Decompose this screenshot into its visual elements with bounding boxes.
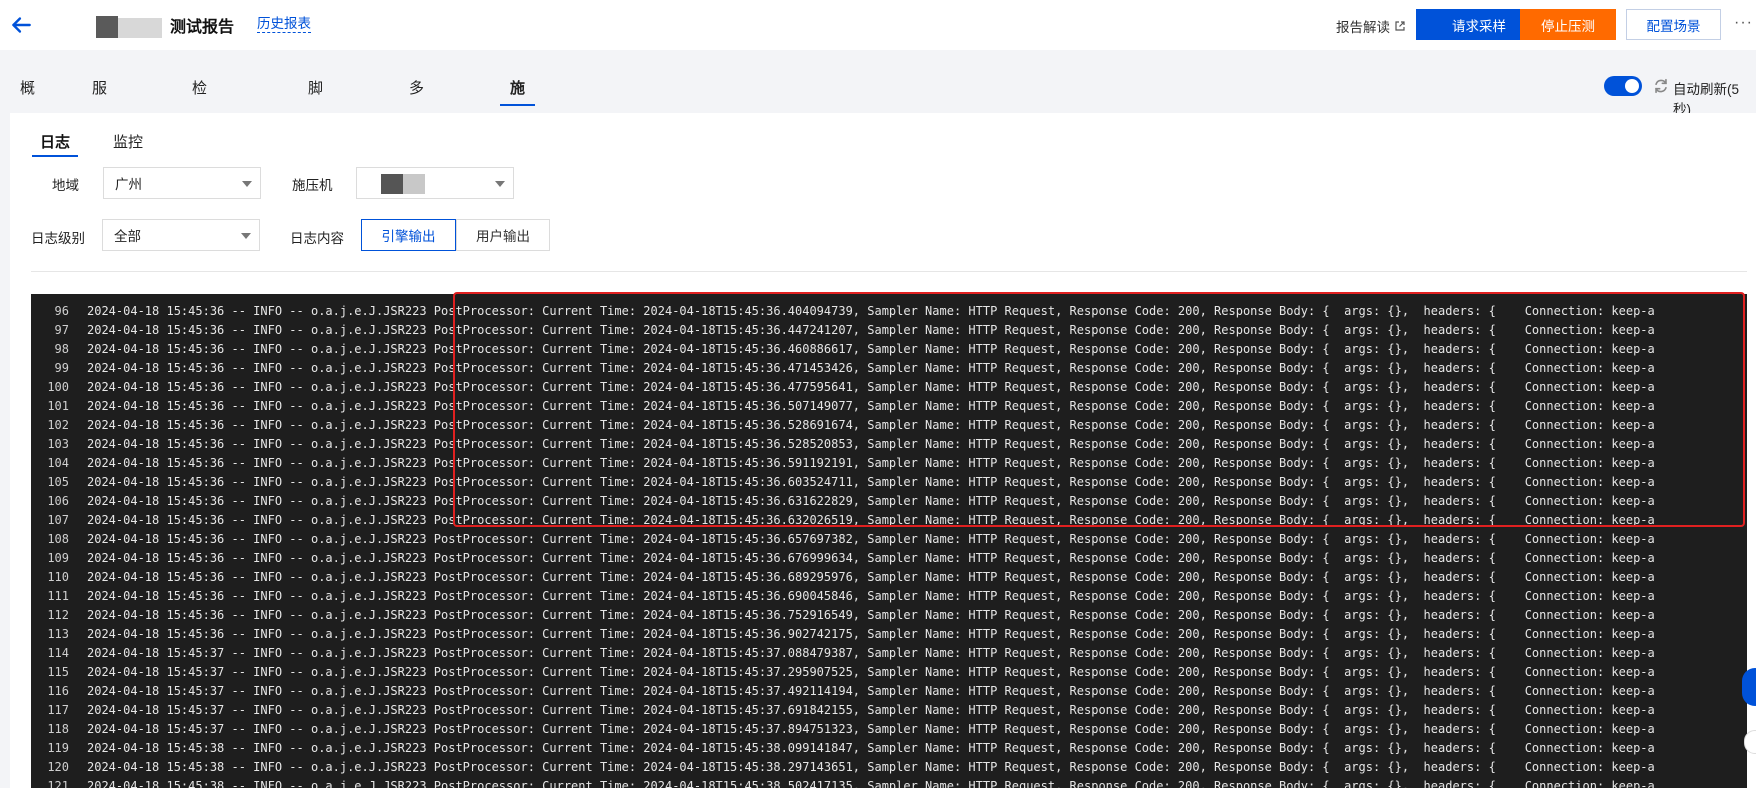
page-title: 测试报告 — [170, 19, 235, 36]
log-line-number: 100 — [47, 380, 69, 394]
report-explain-label: 报告解读 — [1336, 20, 1390, 35]
chevron-down-icon — [241, 233, 251, 239]
log-line: 115 2024-04-18 15:45:37 -- INFO -- o.a.j.… — [31, 663, 1747, 682]
external-link-icon — [1395, 21, 1405, 31]
log-line: 113 2024-04-18 15:45:36 -- INFO -- o.a.j.… — [31, 625, 1747, 644]
log-level-select-value: 全部 — [114, 229, 141, 244]
log-line: 114 2024-04-18 15:45:37 -- INFO -- o.a.j.… — [31, 644, 1747, 663]
tab-script-info[interactable]: 脚本信息 — [308, 72, 323, 199]
log-line-number: 112 — [47, 608, 69, 622]
log-line: 111 2024-04-18 15:45:36 -- INFO -- o.a.j.… — [31, 587, 1747, 606]
more-menu-icon[interactable]: ··· — [1734, 14, 1753, 32]
log-line: 108 2024-04-18 15:45:36 -- INFO -- o.a.j.… — [31, 530, 1747, 549]
log-line-text: 2024-04-18 15:45:38 -- INFO -- o.a.j.e.J… — [87, 760, 1655, 774]
divider — [31, 271, 1747, 272]
back-arrow-icon[interactable] — [8, 12, 34, 38]
log-line: 112 2024-04-18 15:45:36 -- INFO -- o.a.j.… — [31, 606, 1747, 625]
log-line-number: 96 — [54, 304, 69, 318]
tab-overview[interactable]: 概览 — [20, 72, 35, 131]
log-line-text: 2024-04-18 15:45:37 -- INFO -- o.a.j.e.J… — [87, 684, 1655, 698]
log-line-text: 2024-04-18 15:45:37 -- INFO -- o.a.j.e.J… — [87, 646, 1655, 660]
history-report-link[interactable]: 历史报表 — [257, 16, 311, 33]
log-line: 121 2024-04-18 15:45:38 -- INFO -- o.a.j.… — [31, 777, 1747, 788]
log-line: 109 2024-04-18 15:45:36 -- INFO -- o.a.j.… — [31, 549, 1747, 568]
log-line-text: 2024-04-18 15:45:36 -- INFO -- o.a.j.e.J… — [87, 532, 1655, 546]
redacted-block — [403, 174, 425, 194]
log-line-text: 2024-04-18 15:45:38 -- INFO -- o.a.j.e.J… — [87, 779, 1655, 788]
log-line-number: 118 — [47, 722, 69, 736]
region-label: 地域 — [52, 178, 79, 193]
log-line-text: 2024-04-18 15:45:37 -- INFO -- o.a.j.e.J… — [87, 722, 1655, 736]
log-line-text: 2024-04-18 15:45:36 -- INFO -- o.a.j.e.J… — [87, 570, 1655, 584]
log-level-label: 日志级别 — [31, 231, 85, 246]
subtab-log[interactable]: 日志 — [32, 131, 79, 157]
log-line-number: 116 — [47, 684, 69, 698]
auto-refresh-label: 自动刷新(5秒) — [1673, 82, 1740, 117]
report-explain-link[interactable]: 报告解读 — [1336, 16, 1406, 36]
log-line-text: 2024-04-18 15:45:36 -- INFO -- o.a.j.e.J… — [87, 608, 1655, 622]
auto-refresh-toggle[interactable] — [1604, 76, 1642, 96]
log-line-text: 2024-04-18 15:45:36 -- INFO -- o.a.j.e.J… — [87, 589, 1655, 603]
log-line-number: 115 — [47, 665, 69, 679]
log-line-number: 119 — [47, 741, 69, 755]
log-line: 110 2024-04-18 15:45:36 -- INFO -- o.a.j.… — [31, 568, 1747, 587]
log-line-number: 121 — [47, 779, 69, 788]
log-line-number: 106 — [47, 494, 69, 508]
top-header: 测试报告 历史报表 报告解读 请求采样 停止压测 配置场景 ··· — [0, 0, 1756, 50]
log-line-number: 110 — [47, 570, 69, 584]
log-line: 118 2024-04-18 15:45:37 -- INFO -- o.a.j.… — [31, 720, 1747, 739]
log-line-number: 108 — [47, 532, 69, 546]
log-line-number: 97 — [54, 323, 69, 337]
log-level-select[interactable]: 全部 — [102, 219, 260, 251]
chevron-down-icon — [495, 181, 505, 187]
log-line-text: 2024-04-18 15:45:36 -- INFO -- o.a.j.e.J… — [87, 627, 1655, 641]
region-select[interactable]: 广州 — [103, 167, 261, 199]
log-content-label: 日志内容 — [290, 231, 344, 246]
engine-output-button[interactable]: 引擎输出 — [361, 219, 456, 251]
tab-multi-analysis[interactable]: 多维分析 — [409, 72, 424, 199]
log-line-text: 2024-04-18 15:45:38 -- INFO -- o.a.j.e.J… — [87, 741, 1655, 755]
toggle-knob — [1625, 79, 1639, 93]
log-line-number: 117 — [47, 703, 69, 717]
machine-label: 施压机 — [292, 178, 333, 193]
redacted-block — [381, 174, 403, 194]
log-line: 117 2024-04-18 15:45:37 -- INFO -- o.a.j.… — [31, 701, 1747, 720]
log-line-number: 105 — [47, 475, 69, 489]
redacted-block — [118, 18, 162, 38]
log-line-number: 113 — [47, 627, 69, 641]
log-line-number: 104 — [47, 456, 69, 470]
log-line: 119 2024-04-18 15:45:38 -- INFO -- o.a.j.… — [31, 739, 1747, 758]
floating-help-button[interactable] — [1742, 668, 1756, 706]
stop-test-button[interactable]: 停止压测 — [1520, 9, 1616, 40]
highlight-annotation-box — [453, 292, 1745, 527]
tab-load-machine[interactable]: 施压机 — [500, 72, 536, 165]
log-line-number: 99 — [54, 361, 69, 375]
log-line-number: 120 — [47, 760, 69, 774]
log-line: 116 2024-04-18 15:45:37 -- INFO -- o.a.j.… — [31, 682, 1747, 701]
chevron-down-icon — [242, 181, 252, 187]
log-line-text: 2024-04-18 15:45:36 -- INFO -- o.a.j.e.J… — [87, 551, 1655, 565]
machine-select[interactable] — [356, 167, 514, 199]
log-line-number: 103 — [47, 437, 69, 451]
log-line-number: 101 — [47, 399, 69, 413]
log-line-text: 2024-04-18 15:45:37 -- INFO -- o.a.j.e.J… — [87, 665, 1655, 679]
log-line-number: 107 — [47, 513, 69, 527]
log-line-number: 114 — [47, 646, 69, 660]
region-select-value: 广州 — [115, 177, 142, 192]
log-line-number: 102 — [47, 418, 69, 432]
subtab-monitor[interactable]: 监控 — [113, 131, 143, 157]
log-line-text: 2024-04-18 15:45:37 -- INFO -- o.a.j.e.J… — [87, 703, 1655, 717]
log-line-number: 98 — [54, 342, 69, 356]
refresh-icon — [1655, 78, 1667, 94]
tab-checkpoint-detail[interactable]: 检查点明细 — [192, 72, 207, 233]
user-output-button[interactable]: 用户输出 — [456, 219, 550, 251]
log-line-number: 111 — [47, 589, 69, 603]
log-line-number: 109 — [47, 551, 69, 565]
config-scene-button[interactable]: 配置场景 — [1626, 9, 1721, 40]
log-line: 120 2024-04-18 15:45:38 -- INFO -- o.a.j.… — [31, 758, 1747, 777]
tab-service-detail[interactable]: 服务明细 — [92, 72, 107, 199]
redacted-block — [96, 16, 118, 38]
